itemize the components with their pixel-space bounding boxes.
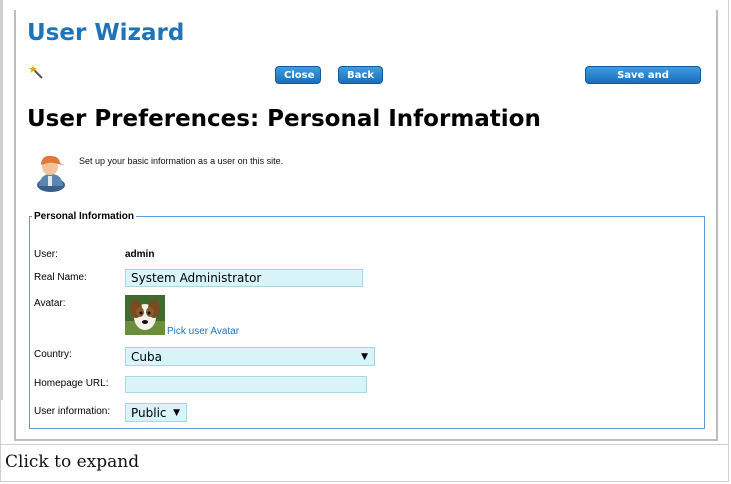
avatar-image[interactable] xyxy=(125,295,165,335)
save-and-continue-button[interactable]: Save and Continue xyxy=(585,66,701,99)
user-information-selected-value: Public xyxy=(131,406,167,420)
back-button[interactable]: Back xyxy=(338,66,383,84)
click-to-expand-caption[interactable]: Click to expand xyxy=(5,452,139,472)
real-name-label: Real Name: xyxy=(34,272,87,283)
real-name-input[interactable] xyxy=(125,269,363,287)
user-information-select[interactable]: Public ▼ xyxy=(125,403,187,422)
user-value: admin xyxy=(125,249,155,260)
magic-wand-icon xyxy=(29,65,43,79)
dropdown-arrow-icon: ▼ xyxy=(173,408,180,418)
country-label: Country: xyxy=(34,349,72,360)
homepage-url-label: Homepage URL: xyxy=(34,378,109,389)
pick-user-avatar-link[interactable]: Pick user Avatar xyxy=(167,326,239,337)
user-information-label: User information: xyxy=(34,406,111,417)
dropdown-arrow-icon: ▼ xyxy=(361,352,368,362)
intro-text: Set up your basic information as a user … xyxy=(79,156,284,166)
user-profile-icon xyxy=(37,155,65,192)
country-selected-value: Cuba xyxy=(131,350,162,364)
page-heading: User Preferences: Personal Information xyxy=(27,106,541,132)
homepage-url-input[interactable] xyxy=(125,376,367,393)
fieldset-legend: Personal Information xyxy=(34,211,135,222)
user-label: User: xyxy=(34,249,58,260)
caption-divider xyxy=(0,444,729,445)
country-select[interactable]: Cuba ▼ xyxy=(125,347,375,366)
user-wizard-screenshot: User Wizard Close Back Save and Continue… xyxy=(14,10,718,441)
avatar-label: Avatar: xyxy=(34,298,66,309)
wizard-title: User Wizard xyxy=(27,20,185,46)
close-button[interactable]: Close xyxy=(275,66,321,84)
left-border-strip xyxy=(0,0,3,400)
